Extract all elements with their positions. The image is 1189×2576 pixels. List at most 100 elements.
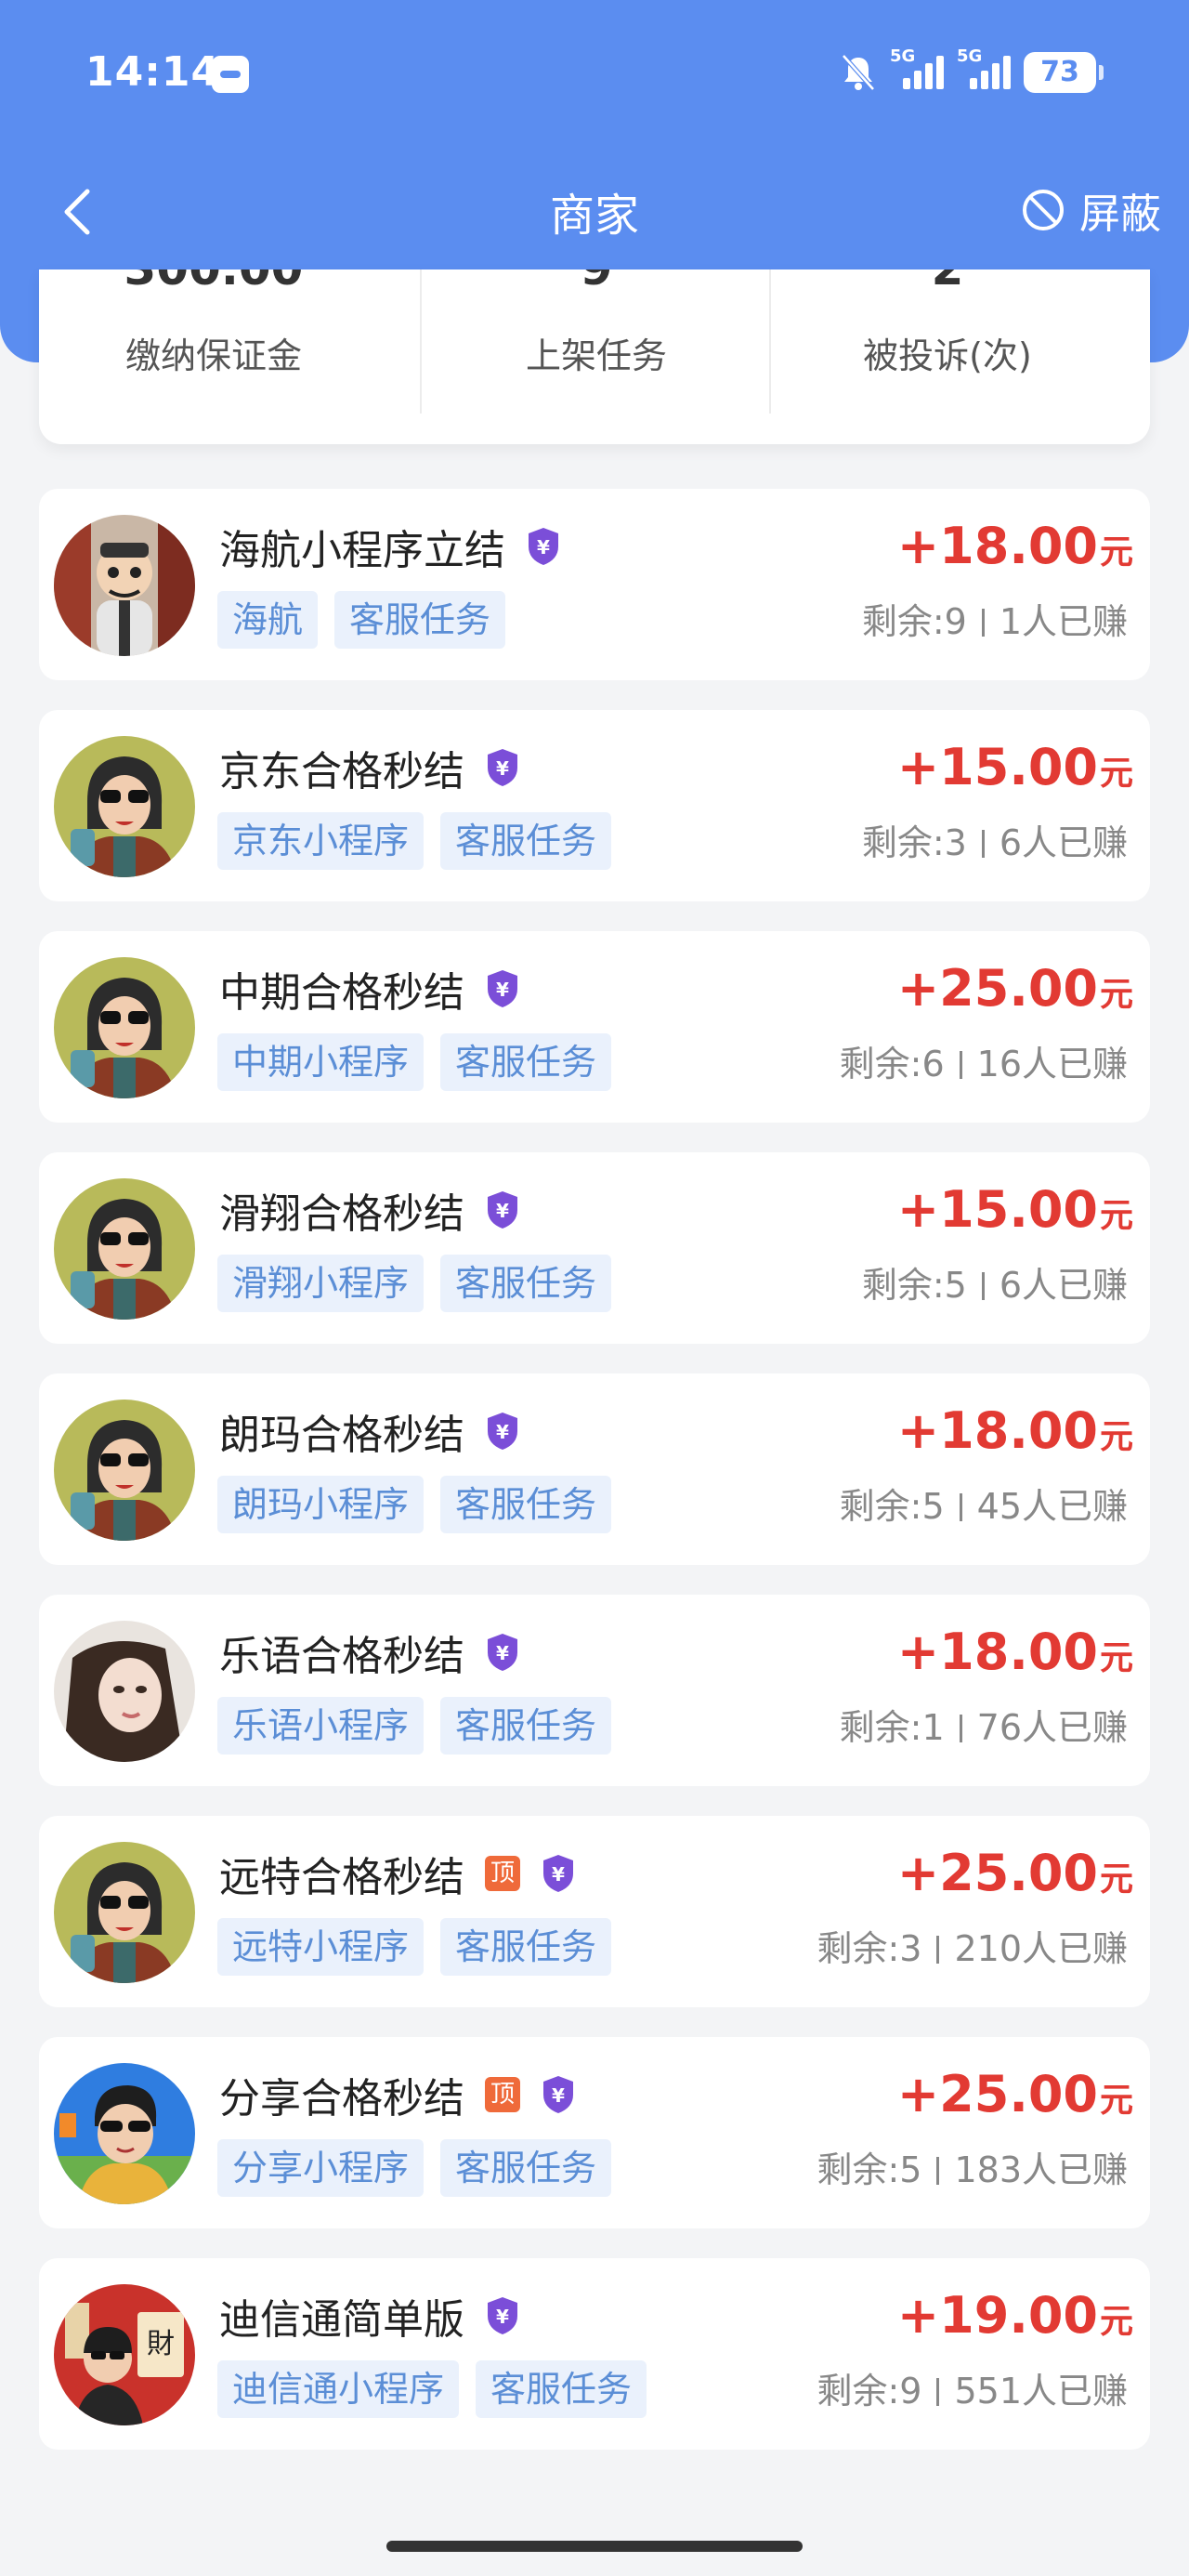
task-meta: 剩余:6 16人已赚 [840, 1035, 1128, 1086]
task-tag: 滑翔小程序 [217, 1255, 425, 1312]
reward-amount: +25.00 [896, 1844, 1098, 1902]
task-tag: 海航 [217, 591, 319, 649]
earned-count: 76人已赚 [976, 1707, 1128, 1748]
task-tag: 客服任务 [440, 1476, 612, 1533]
nav-bar: 商家 屏蔽 [0, 167, 1189, 251]
task-title: 中期合格秒结 [219, 969, 464, 1017]
stat-label: 缴纳保证金 [124, 335, 302, 376]
status-time: 14:14 [85, 48, 221, 96]
task-card[interactable]: 中期合格秒结 ¥ 中期小程序 客服任务 +25.00元 剩余:6 16人已赚 [39, 931, 1150, 1123]
stat-listed-tasks: 9 上架任务 [422, 269, 771, 444]
task-card[interactable]: 乐语合格秒结 ¥ 乐语小程序 客服任务 +18.00元 剩余:1 76人已赚 [39, 1595, 1150, 1786]
task-card[interactable]: 京东合格秒结 ¥ 京东小程序 客服任务 +15.00元 剩余:3 6人已赚 [39, 710, 1150, 901]
svg-text:¥: ¥ [496, 1421, 509, 1443]
reward-unit: 元 [1099, 1197, 1133, 1235]
verified-shield-icon: ¥ [485, 1411, 520, 1452]
task-meta: 剩余:5 183人已赚 [817, 2141, 1128, 2192]
verified-shield-icon: ¥ [526, 526, 561, 567]
earned-count: 1人已赚 [999, 601, 1128, 642]
task-card[interactable]: 海航小程序立结 ¥ 海航 客服任务 +18.00元 剩余:9 1人已赚 [39, 489, 1150, 680]
task-title-row: 迪信通简单版 ¥ [219, 2286, 520, 2346]
block-button[interactable]: 屏蔽 [1020, 180, 1161, 240]
task-title-row: 海航小程序立结 ¥ [219, 517, 561, 576]
meta-divider [981, 1272, 985, 1300]
system-icons: 5G 5G 73 [840, 46, 1104, 93]
task-card[interactable]: 分享合格秒结 顶 ¥ 分享小程序 客服任务 +25.00元 剩余:5 183人已赚 [39, 2037, 1150, 2228]
earned-count: 183人已赚 [954, 2149, 1128, 2190]
task-meta: 剩余:3 6人已赚 [862, 814, 1128, 865]
app-notification-icon [212, 56, 249, 93]
svg-text:¥: ¥ [496, 757, 509, 780]
task-tags: 朗玛小程序 客服任务 [217, 1476, 612, 1533]
earned-count: 210人已赚 [954, 1928, 1128, 1969]
task-tag: 客服任务 [440, 1697, 612, 1755]
task-meta: 剩余:5 45人已赚 [840, 1478, 1128, 1529]
merchant-avatar [54, 736, 195, 877]
reward-unit: 元 [1099, 2082, 1133, 2120]
task-reward: +19.00元 [897, 2286, 1133, 2345]
earned-count: 16人已赚 [976, 1044, 1128, 1084]
remaining-count: 剩余:5 [839, 1486, 945, 1527]
stat-complaints: 2 被投诉(次) [773, 269, 1122, 444]
meta-divider [981, 830, 985, 858]
stat-divider [769, 269, 771, 414]
reward-amount: +25.00 [896, 2065, 1098, 2123]
remaining-count: 剩余:3 [861, 822, 967, 863]
task-title: 滑翔合格秒结 [219, 1190, 464, 1238]
reward-unit: 元 [1099, 755, 1133, 793]
reward-amount: +18.00 [896, 1623, 1098, 1681]
task-card[interactable]: 滑翔合格秒结 ¥ 滑翔小程序 客服任务 +15.00元 剩余:5 6人已赚 [39, 1152, 1150, 1344]
mute-bell-icon [840, 52, 877, 93]
reward-unit: 元 [1099, 2303, 1133, 2341]
task-title-row: 远特合格秒结 顶 ¥ [219, 1844, 576, 1903]
task-card[interactable]: 財 迪信通简单版 ¥ 迪信通小程序 客服任务 +19.00元 剩余:9 551人已赚 [39, 2258, 1150, 2450]
task-title: 乐语合格秒结 [219, 1633, 464, 1680]
earned-count: 6人已赚 [999, 1265, 1128, 1306]
task-tag: 客服任务 [476, 2360, 647, 2418]
earned-count: 45人已赚 [976, 1486, 1128, 1527]
meta-divider [959, 1715, 962, 1742]
remaining-count: 剩余:1 [839, 1707, 945, 1748]
task-tags: 迪信通小程序 客服任务 [217, 2360, 647, 2418]
task-meta: 剩余:9 1人已赚 [862, 593, 1128, 644]
reward-unit: 元 [1099, 976, 1133, 1014]
task-title-row: 朗玛合格秒结 ¥ [219, 1401, 520, 1461]
task-tag: 客服任务 [440, 812, 612, 870]
task-card[interactable]: 朗玛合格秒结 ¥ 朗玛小程序 客服任务 +18.00元 剩余:5 45人已赚 [39, 1373, 1150, 1565]
task-tags: 远特小程序 客服任务 [217, 1918, 612, 1976]
task-tag: 客服任务 [440, 2139, 612, 2197]
stat-value: 2 [773, 269, 1122, 296]
task-tag: 乐语小程序 [217, 1697, 425, 1755]
reward-amount: +15.00 [896, 1180, 1098, 1239]
task-title-row: 乐语合格秒结 ¥ [219, 1623, 520, 1682]
task-reward: +25.00元 [897, 959, 1133, 1018]
task-tags: 京东小程序 客服任务 [217, 812, 612, 870]
stat-label: 上架任务 [525, 335, 667, 376]
reward-unit: 元 [1099, 1639, 1133, 1677]
remaining-count: 剩余:5 [817, 2149, 922, 2190]
remaining-count: 剩余:6 [839, 1044, 945, 1084]
task-title: 京东合格秒结 [219, 748, 464, 795]
merchant-avatar [54, 515, 195, 656]
merchant-avatar [54, 1842, 195, 1983]
task-reward: +18.00元 [897, 1623, 1133, 1681]
task-reward: +18.00元 [897, 517, 1133, 575]
task-card[interactable]: 远特合格秒结 顶 ¥ 远特小程序 客服任务 +25.00元 剩余:3 210人已赚 [39, 1816, 1150, 2007]
svg-text:¥: ¥ [496, 979, 509, 1001]
reward-unit: 元 [1099, 533, 1133, 572]
meta-divider [936, 2157, 940, 2185]
task-title: 迪信通简单版 [219, 2296, 464, 2344]
task-tag: 中期小程序 [217, 1033, 425, 1091]
remaining-count: 剩余:3 [817, 1928, 922, 1969]
svg-text:¥: ¥ [537, 536, 550, 559]
task-meta: 剩余:5 6人已赚 [862, 1256, 1128, 1308]
task-tag: 客服任务 [440, 1255, 612, 1312]
task-tag: 客服任务 [440, 1033, 612, 1091]
verified-shield-icon: ¥ [485, 1189, 520, 1230]
merchant-avatar [54, 1178, 195, 1320]
reward-amount: +15.00 [896, 738, 1098, 796]
verified-shield-icon: ¥ [485, 1632, 520, 1673]
task-reward: +15.00元 [897, 1180, 1133, 1239]
task-tags: 中期小程序 客服任务 [217, 1033, 612, 1091]
task-tags: 乐语小程序 客服任务 [217, 1697, 612, 1755]
